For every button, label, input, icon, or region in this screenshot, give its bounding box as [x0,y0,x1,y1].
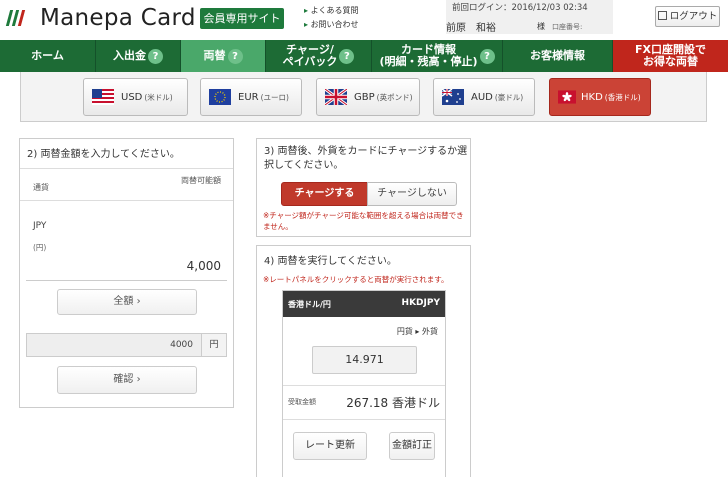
nav-deposit-label: 入出金 [113,49,146,62]
help-icon[interactable]: ? [479,48,495,64]
charge-yes-toggle[interactable]: チャージする [281,182,368,206]
logo-mark-icon [5,10,32,26]
nav-customer-info-label: お客様情報 [530,49,585,62]
nav-customer-info[interactable]: お客様情報 [503,40,613,72]
charge-no-toggle[interactable]: チャージしない [367,182,457,206]
hong-kong-flag-icon [558,90,576,104]
nav-home-label: ホーム [31,49,64,62]
us-flag-icon [92,89,114,105]
charge-note: ※チャージ額がチャージ可能な範囲を超える場合は両替できません。 [263,211,464,231]
currency-name: (英ポンド) [376,92,413,102]
receive-amount-value: 267.18 香港ドル [346,396,440,410]
amount-input[interactable]: 4000 [26,333,202,357]
rate-pair-code: HKDJPY [401,298,440,308]
nav-home[interactable]: ホーム [0,40,96,72]
currency-name: (ユーロ) [260,92,289,102]
rate-pair-name: 香港ドル/円 [288,300,331,309]
logout-button[interactable]: ログアウト [655,6,720,27]
help-icon[interactable]: ? [227,48,243,64]
charge-panel-title: 3) 両替後、外貨をカードにチャージするか選択してください。 [264,146,468,171]
currency-eur-button[interactable]: EUR (ユーロ) [200,78,302,116]
currency-name: (米ドル) [144,92,173,102]
user-name: 前原 和裕 [446,23,496,34]
help-icon[interactable]: ? [339,48,355,64]
amount-panel-title: 2) 両替金額を入力してください。 [27,149,180,160]
australia-flag-icon [442,89,464,105]
nav-card-info-label: カード情報 (明細・残高・停止) [379,43,478,68]
amount-input-panel: 2) 両替金額を入力してください。 通貨 両替可能額 JPY (円) 4,000… [19,138,234,408]
help-icon[interactable]: ? [148,48,163,64]
execute-panel-title: 4) 両替を実行してください。 [264,256,397,267]
rate-refresh-button[interactable]: レート更新 [293,432,367,460]
available-column-header: 両替可能額 [181,176,221,185]
charge-option-panel: 3) 両替後、外貨をカードにチャージするか選択してください。 チャージする チャ… [256,138,471,237]
currency-aud-button[interactable]: AUD (豪ドル) [433,78,535,116]
available-amount: 4,000 [186,259,221,273]
confirm-button[interactable]: 確認 › [57,366,197,394]
currency-column-header: 通貨 [33,183,49,192]
currency-code: HKD [581,91,603,103]
eu-flag-icon [209,89,231,105]
member-badge: 会員専用サイト [200,8,284,29]
amount-correct-button[interactable]: 金額訂正 [389,432,435,460]
nav-exchange[interactable]: 両替? [181,40,266,72]
currency-usd-button[interactable]: USD (米ドル) [83,78,188,116]
receive-amount-label: 受取金額 [288,398,316,406]
currency-code: USD [121,91,143,103]
currency-gbp-button[interactable]: GBP (英ポンド) [316,78,420,116]
nav-fx-account[interactable]: FX口座開設で お得な両替 [613,40,728,72]
currency-name: (豪ドル) [494,92,524,102]
all-amount-button[interactable]: 全額 › [57,289,197,315]
screen: Manepa Card 会員専用サイト よくある質問 お問い合わせ 前回ログイン… [0,0,728,477]
help-links: よくある質問 お問い合わせ [304,4,359,32]
currency-unit: (円) [33,243,47,252]
currency-name: (香港ドル) [604,92,641,102]
nav-fx-label: FX口座開設で お得な両替 [635,43,706,68]
nav-charge-label: チャージ/ ペイバック [282,43,338,68]
user-suffix: 様 [537,22,545,31]
execute-note: ※レートパネルをクリックすると両替が実行されます。 [263,275,449,284]
nav-charge[interactable]: チャージ/ ペイバック? [266,40,372,72]
currency-code: GBP [354,91,375,103]
nav-exchange-label: 両替 [203,49,226,62]
nav-card-info[interactable]: カード情報 (明細・残高・停止)? [372,40,503,72]
header: Manepa Card 会員専用サイト よくある質問 お問い合わせ 前回ログイン… [0,0,728,40]
currency-code: EUR [238,91,259,103]
last-login: 前回ログイン：2016/12/03 02:34 [452,3,588,13]
rate-value[interactable]: 14.971 [312,346,417,374]
contact-link[interactable]: お問い合わせ [304,18,359,32]
account-number-label: 口座番号: [552,23,583,31]
currency-code: JPY [33,221,47,231]
execute-panel: 4) 両替を実行してください。 ※レートパネルをクリックすると両替が実行されます… [256,245,471,477]
uk-flag-icon [325,89,347,105]
faq-link[interactable]: よくある質問 [304,4,359,18]
logout-icon [657,11,667,20]
exchange-direction: 円貨 ▸ 外貨 [396,327,438,336]
main-nav: ホーム 入出金? 両替? チャージ/ ペイバック? カード情報 (明細・残高・停… [0,40,728,72]
rate-panel[interactable]: 香港ドル/円 HKDJPY 円貨 ▸ 外貨 14.971 受取金額 267.18… [282,290,446,477]
nav-deposit[interactable]: 入出金? [96,40,181,72]
amount-unit: 円 [202,333,227,357]
logout-label: ログアウト [669,11,718,22]
currency-code: AUD [471,91,493,103]
logo-text[interactable]: Manepa Card [40,5,196,31]
currency-hkd-button[interactable]: HKD (香港ドル) [549,78,651,116]
